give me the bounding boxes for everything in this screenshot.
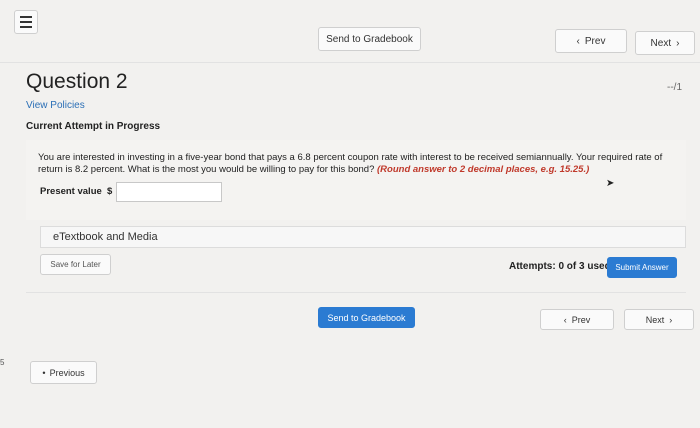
present-value-input[interactable] — [116, 182, 222, 202]
view-policies-link[interactable]: View Policies — [26, 100, 85, 111]
attempt-status: Current Attempt in Progress — [26, 121, 161, 132]
rounding-hint: (Round answer to 2 decimal places, e.g. … — [377, 164, 590, 175]
present-value-label: Present value — [40, 186, 102, 197]
bullet-icon: • — [42, 367, 46, 378]
prev-button-top[interactable]: ‹ Prev — [555, 29, 627, 53]
currency-symbol: $ — [107, 186, 113, 197]
prev-button-bottom[interactable]: ‹ Prev — [540, 309, 614, 330]
side-mark: 5 — [0, 358, 5, 367]
next-button-bottom[interactable]: Next › — [624, 309, 694, 330]
send-to-gradebook-button-bottom[interactable]: Send to Gradebook — [318, 307, 415, 328]
attempts-counter: Attempts: 0 of 3 used — [509, 261, 611, 272]
question-title: Question 2 — [26, 70, 128, 93]
chevron-left-icon: ‹ — [563, 314, 567, 325]
etextbook-label: eTextbook and Media — [53, 231, 158, 243]
next-label: Next — [650, 37, 672, 49]
question-score: --/1 — [667, 82, 682, 93]
previous-button[interactable]: • Previous — [30, 361, 97, 384]
header-divider — [0, 62, 700, 63]
next-button-top[interactable]: Next › — [635, 31, 695, 55]
menu-hamburger-icon[interactable] — [14, 10, 38, 34]
chevron-right-icon: › — [669, 314, 673, 325]
chevron-right-icon: › — [676, 37, 680, 49]
next-label: Next — [645, 314, 665, 325]
chevron-left-icon: ‹ — [576, 35, 580, 47]
question-text: You are interested in investing in a fiv… — [38, 152, 678, 176]
save-for-later-button[interactable]: Save for Later — [40, 254, 111, 275]
menu-line — [20, 16, 32, 18]
prev-label: Prev — [571, 314, 591, 325]
prev-label: Prev — [584, 35, 606, 47]
actions-divider — [26, 292, 686, 293]
send-to-gradebook-button-top[interactable]: Send to Gradebook — [318, 27, 421, 51]
submit-answer-button[interactable]: Submit Answer — [607, 257, 677, 278]
menu-line — [20, 21, 32, 23]
previous-label: Previous — [49, 367, 85, 378]
mouse-cursor-icon: ➤ — [606, 178, 615, 189]
menu-line — [20, 26, 32, 28]
etextbook-media-button[interactable]: eTextbook and Media — [40, 226, 686, 248]
